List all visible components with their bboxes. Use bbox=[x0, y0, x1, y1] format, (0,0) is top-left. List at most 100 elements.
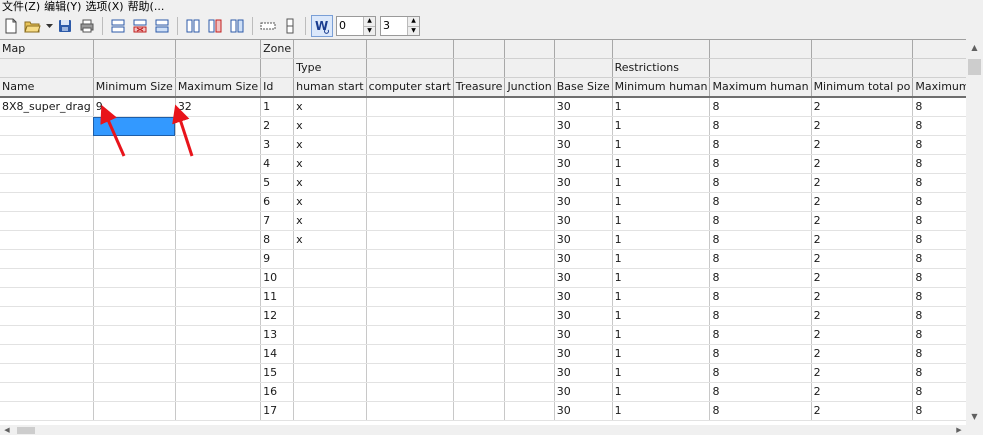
header-cell-minimum-total-players[interactable]: Minimum total po bbox=[811, 77, 914, 98]
header-cell-name[interactable] bbox=[0, 58, 94, 78]
new-file-icon[interactable] bbox=[1, 16, 21, 36]
cell-zone-id[interactable]: 7 bbox=[260, 211, 295, 231]
cell-human-start[interactable]: x bbox=[293, 116, 367, 136]
cell-base-size[interactable]: 30 bbox=[554, 344, 613, 364]
header-cell-zone-id[interactable]: Id bbox=[260, 77, 295, 98]
horizontal-scrollbar[interactable]: ◀ ▶ bbox=[0, 425, 966, 435]
cell-zone-id[interactable]: 13 bbox=[260, 325, 295, 345]
cell-minimum-human[interactable]: 1 bbox=[612, 116, 711, 136]
scroll-down-icon[interactable]: ▼ bbox=[966, 408, 983, 425]
cell-zone-id[interactable]: 16 bbox=[260, 382, 295, 402]
cell-name[interactable] bbox=[0, 116, 94, 136]
cell-minimum-total-players[interactable]: 2 bbox=[811, 154, 914, 174]
cell-maximum-size[interactable] bbox=[175, 192, 262, 212]
header-cell-human-start[interactable]: human start bbox=[293, 77, 367, 98]
cell-name[interactable] bbox=[0, 249, 94, 269]
cell-junction[interactable] bbox=[504, 401, 555, 421]
cell-minimum-size[interactable] bbox=[93, 192, 176, 212]
cell-base-size[interactable]: 30 bbox=[554, 173, 613, 193]
cell-minimum-human[interactable]: 1 bbox=[612, 363, 711, 383]
cell-maximum-size[interactable] bbox=[175, 211, 262, 231]
cell-human-start[interactable] bbox=[293, 249, 367, 269]
cell-minimum-total-players[interactable]: 2 bbox=[811, 249, 914, 269]
cell-name[interactable] bbox=[0, 211, 94, 231]
cell-maximum-human[interactable]: 8 bbox=[709, 96, 812, 117]
cell-computer-start[interactable] bbox=[366, 287, 454, 307]
cell-human-start[interactable]: x bbox=[293, 135, 367, 155]
cell-minimum-human[interactable]: 1 bbox=[612, 96, 711, 117]
cell-minimum-size[interactable]: 9 bbox=[93, 96, 176, 117]
cell-zone-id[interactable]: 5 bbox=[260, 173, 295, 193]
header-cell-human-start[interactable]: Type bbox=[293, 58, 367, 78]
cell-maximum-human[interactable]: 8 bbox=[709, 401, 812, 421]
cell-human-start[interactable]: x bbox=[293, 211, 367, 231]
cell-maximum-human[interactable]: 8 bbox=[709, 325, 812, 345]
cell-base-size[interactable]: 30 bbox=[554, 192, 613, 212]
cell-maximum-total-players[interactable]: 8 bbox=[912, 154, 966, 174]
cell-maximum-total-players[interactable]: 8 bbox=[912, 401, 966, 421]
cell-maximum-total-players[interactable]: 8 bbox=[912, 173, 966, 193]
cell-treasure[interactable] bbox=[453, 268, 506, 288]
cell-minimum-size[interactable] bbox=[93, 116, 176, 136]
cell-treasure[interactable] bbox=[453, 401, 506, 421]
cell-maximum-human[interactable]: 8 bbox=[709, 173, 812, 193]
cell-computer-start[interactable] bbox=[366, 363, 454, 383]
cell-maximum-size[interactable] bbox=[175, 363, 262, 383]
header-cell-zone-id[interactable] bbox=[260, 58, 295, 78]
cell-human-start[interactable]: x bbox=[293, 192, 367, 212]
cell-junction[interactable] bbox=[504, 230, 555, 250]
cell-minimum-total-players[interactable]: 2 bbox=[811, 96, 914, 117]
dropdown-arrow-icon[interactable] bbox=[45, 16, 53, 36]
cell-maximum-size[interactable]: 32 bbox=[175, 96, 262, 117]
cell-base-size[interactable]: 30 bbox=[554, 135, 613, 155]
header-cell-maximum-size[interactable]: Maximum Size bbox=[175, 77, 262, 98]
cell-maximum-size[interactable] bbox=[175, 325, 262, 345]
cell-zone-id[interactable]: 10 bbox=[260, 268, 295, 288]
cell-treasure[interactable] bbox=[453, 135, 506, 155]
cell-treasure[interactable] bbox=[453, 249, 506, 269]
cell-minimum-size[interactable] bbox=[93, 401, 176, 421]
cell-human-start[interactable] bbox=[293, 401, 367, 421]
cell-zone-id[interactable]: 11 bbox=[260, 287, 295, 307]
cell-zone-id[interactable]: 8 bbox=[260, 230, 295, 250]
cell-human-start[interactable]: x bbox=[293, 96, 367, 117]
cell-name[interactable] bbox=[0, 363, 94, 383]
cell-minimum-total-players[interactable]: 2 bbox=[811, 116, 914, 136]
cell-minimum-size[interactable] bbox=[93, 268, 176, 288]
cell-base-size[interactable]: 30 bbox=[554, 363, 613, 383]
cell-treasure[interactable] bbox=[453, 211, 506, 231]
cell-maximum-human[interactable]: 8 bbox=[709, 344, 812, 364]
scrollbar-thumb[interactable] bbox=[968, 59, 981, 75]
cell-minimum-human[interactable]: 1 bbox=[612, 135, 711, 155]
cell-minimum-size[interactable] bbox=[93, 363, 176, 383]
vertical-scrollbar[interactable]: ▲ ▼ bbox=[966, 39, 983, 425]
cell-minimum-size[interactable] bbox=[93, 135, 176, 155]
spinner-up-icon[interactable]: ▲ bbox=[364, 17, 375, 26]
spinner-input-2[interactable] bbox=[381, 17, 407, 33]
cell-minimum-total-players[interactable]: 2 bbox=[811, 211, 914, 231]
header-cell-human-start[interactable] bbox=[293, 40, 367, 59]
cell-minimum-human[interactable]: 1 bbox=[612, 268, 711, 288]
header-cell-treasure[interactable] bbox=[453, 58, 506, 78]
cell-minimum-total-players[interactable]: 2 bbox=[811, 325, 914, 345]
cell-maximum-human[interactable]: 8 bbox=[709, 363, 812, 383]
header-cell-computer-start[interactable] bbox=[366, 58, 454, 78]
cell-minimum-total-players[interactable]: 2 bbox=[811, 230, 914, 250]
cell-maximum-human[interactable]: 8 bbox=[709, 154, 812, 174]
cell-zone-id[interactable]: 1 bbox=[260, 96, 295, 117]
cell-minimum-total-players[interactable]: 2 bbox=[811, 344, 914, 364]
header-cell-name[interactable]: Map bbox=[0, 40, 94, 59]
header-cell-base-size[interactable] bbox=[554, 58, 613, 78]
cell-human-start[interactable]: x bbox=[293, 154, 367, 174]
cell-minimum-total-players[interactable]: 2 bbox=[811, 192, 914, 212]
cell-maximum-total-players[interactable]: 8 bbox=[912, 96, 966, 117]
cell-computer-start[interactable] bbox=[366, 116, 454, 136]
cell-maximum-human[interactable]: 8 bbox=[709, 249, 812, 269]
cell-treasure[interactable] bbox=[453, 325, 506, 345]
header-cell-minimum-human[interactable]: Restrictions bbox=[612, 58, 711, 78]
cell-computer-start[interactable] bbox=[366, 154, 454, 174]
cell-minimum-human[interactable]: 1 bbox=[612, 230, 711, 250]
cell-minimum-total-players[interactable]: 2 bbox=[811, 287, 914, 307]
cell-computer-start[interactable] bbox=[366, 268, 454, 288]
cell-human-start[interactable] bbox=[293, 363, 367, 383]
